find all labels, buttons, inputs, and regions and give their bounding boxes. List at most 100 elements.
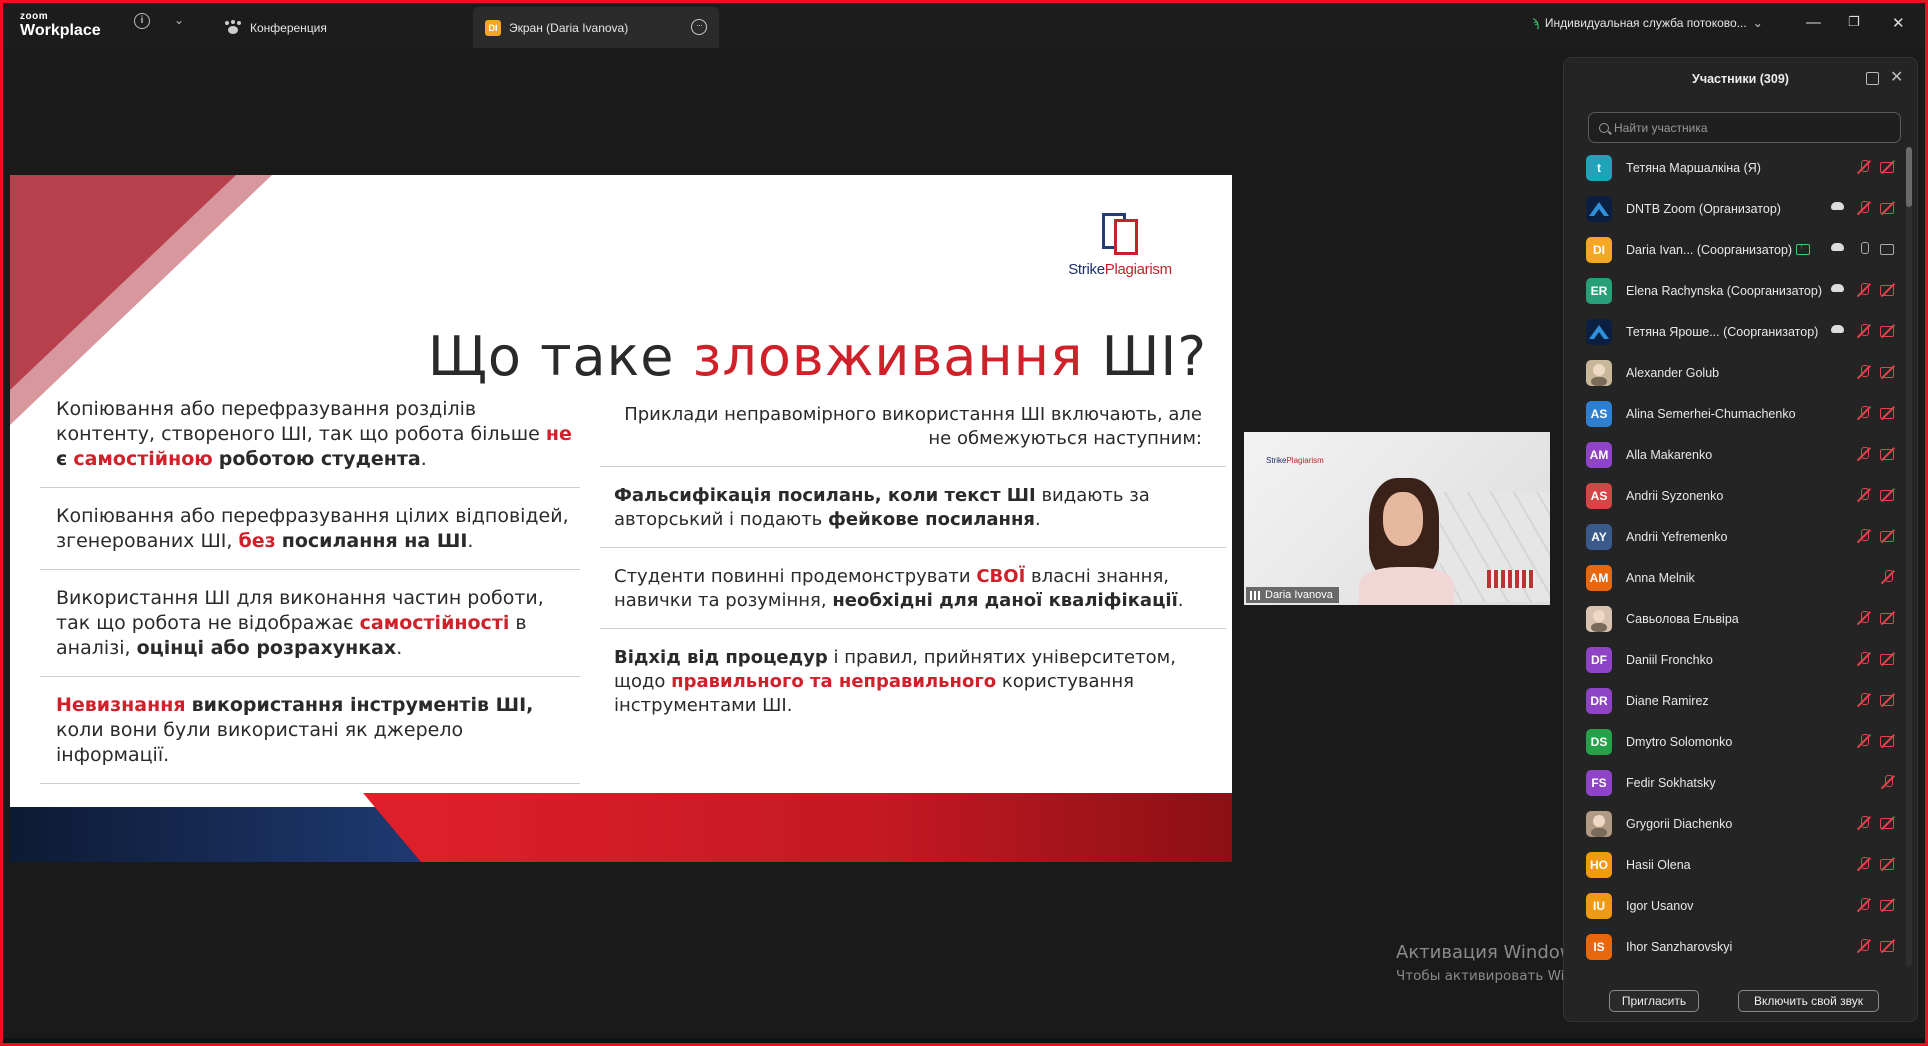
video-off-icon[interactable] [1880,898,1896,912]
slide-point: Копіювання або перефразування цілих відп… [40,504,580,570]
participant-name: Тетяна Яроше... (Соорганизатор) [1626,324,1819,339]
slide-point: Використання ШІ для виконання частин роб… [40,586,580,677]
video-off-icon[interactable] [1880,488,1896,502]
close-button[interactable]: ✕ [1892,14,1905,32]
strikeplagiarism-logo: StrikePlagiarism [1060,213,1180,278]
microphone-muted-icon[interactable] [1856,816,1872,830]
microphone-muted-icon[interactable] [1880,570,1896,584]
video-name-tag: Daria Ivanova [1246,587,1339,603]
microphone-muted-icon[interactable] [1856,324,1872,338]
participant-row[interactable]: IU Igor Usanov [1564,885,1904,926]
video-camera-icon[interactable] [1880,242,1896,256]
cloud-icon [1831,284,1844,292]
microphone-muted-icon[interactable] [1856,283,1872,297]
invite-button[interactable]: Пригласить [1609,990,1699,1012]
tab-screen-share[interactable]: DI Экран (Daria Ivanova) ··· [473,7,719,48]
video-off-icon[interactable] [1880,324,1896,338]
video-off-icon[interactable] [1880,160,1896,174]
microphone-muted-icon[interactable] [1856,857,1872,871]
participant-name: Igor Usanov [1626,898,1694,913]
participant-row[interactable]: Grygorii Diachenko [1564,803,1904,844]
slide-left-column: Копіювання або перефразування розділів к… [40,397,580,800]
participant-row[interactable]: FS Fedir Sokhatsky [1564,762,1904,803]
participant-avatar: DS [1586,728,1612,755]
restore-button[interactable]: ❐ [1848,14,1860,30]
video-off-icon[interactable] [1880,816,1896,830]
video-off-icon[interactable] [1880,652,1896,666]
presenter-video[interactable]: StrikePlagiarism Daria Ivanova [1244,432,1550,605]
participant-row[interactable]: AM Alla Makarenko [1564,434,1904,475]
tab-conference[interactable]: Конференция [212,7,468,48]
participant-row[interactable]: Тетяна Яроше... (Соорганизатор) [1564,311,1904,352]
video-off-icon[interactable] [1880,734,1896,748]
microphone-muted-icon[interactable] [1856,201,1872,215]
taskbar-strip [0,1038,1928,1046]
close-icon[interactable]: ✕ [1890,67,1903,87]
video-off-icon[interactable] [1880,201,1896,215]
video-off-icon[interactable] [1880,529,1896,543]
microphone-icon[interactable] [1856,242,1872,256]
participant-row[interactable]: DR Diane Ramirez [1564,680,1904,721]
participant-name: Andrii Syzonenko [1626,488,1724,503]
video-off-icon[interactable] [1880,365,1896,379]
participant-avatar: AS [1586,482,1612,509]
video-off-icon[interactable] [1880,447,1896,461]
video-off-icon[interactable] [1880,693,1896,707]
microphone-muted-icon[interactable] [1856,529,1872,543]
video-off-icon[interactable] [1880,857,1896,871]
microphone-muted-icon[interactable] [1856,488,1872,502]
participant-name: Andrii Yefremenko [1626,529,1728,544]
participant-row[interactable]: DI Daria Ivan... (Соорганизатор) [1564,229,1904,270]
participant-row[interactable]: Савьолова Ельвіра [1564,598,1904,639]
participant-name: Alexander Golub [1626,365,1720,380]
microphone-muted-icon[interactable] [1856,898,1872,912]
video-off-icon[interactable] [1880,939,1896,953]
participant-name: Daniil Fronchko [1626,652,1713,667]
participant-row[interactable]: AM Anna Melnik [1564,557,1904,598]
participant-row[interactable]: AS Alina Semerhei-Chumachenko [1564,393,1904,434]
participant-row[interactable]: t Тетяна Маршалкіна (Я) [1564,147,1904,188]
participant-avatar: IS [1586,933,1612,960]
participant-avatar [1586,359,1612,386]
participant-name: Fedir Sokhatsky [1626,775,1716,790]
popout-icon[interactable] [1866,72,1879,85]
microphone-muted-icon[interactable] [1856,447,1872,461]
microphone-muted-icon[interactable] [1856,365,1872,379]
unmute-button[interactable]: Включить свой звук [1738,990,1879,1012]
tab-conference-label: Конференция [250,20,327,35]
participant-avatar: t [1586,154,1612,181]
chevron-down-icon[interactable]: ⌄ [174,13,184,27]
participant-row[interactable]: Alexander Golub [1564,352,1904,393]
streaming-service[interactable]: ϡ Индивидуальная служба потоково... ⌄ [1532,16,1763,30]
participant-row[interactable]: AY Andrii Yefremenko [1564,516,1904,557]
more-options-icon[interactable]: ··· [691,19,707,35]
participant-list-scrollbar[interactable] [1906,147,1912,967]
participant-row[interactable]: IS Ihor Sanzharovskyi [1564,926,1904,967]
participant-row[interactable]: ER Elena Rachynska (Соорганизатор) [1564,270,1904,311]
microphone-muted-icon[interactable] [1856,611,1872,625]
participant-search-input[interactable]: Найти участника [1588,112,1901,143]
slide-point: Фальсифікація посилань, коли текст ШІ ви… [600,484,1226,548]
video-off-icon[interactable] [1880,283,1896,297]
participant-name: Тетяна Маршалкіна (Я) [1626,160,1761,175]
participant-row[interactable]: HO Hasii Olena [1564,844,1904,885]
microphone-muted-icon[interactable] [1856,939,1872,953]
participant-name: Савьолова Ельвіра [1626,611,1739,626]
minimize-button[interactable]: — [1806,14,1821,31]
microphone-muted-icon[interactable] [1856,693,1872,707]
participant-row[interactable]: DNTB Zoom (Организатор) [1564,188,1904,229]
microphone-muted-icon[interactable] [1856,652,1872,666]
participant-row[interactable]: DF Daniil Fronchko [1564,639,1904,680]
participant-row[interactable]: DS Dmytro Solomonko [1564,721,1904,762]
cloud-icon [1831,243,1844,251]
participant-row[interactable]: AS Andrii Syzonenko [1564,475,1904,516]
microphone-muted-icon[interactable] [1856,406,1872,420]
microphone-muted-icon[interactable] [1856,160,1872,174]
microphone-muted-icon[interactable] [1880,775,1896,789]
video-off-icon[interactable] [1880,406,1896,420]
video-off-icon[interactable] [1880,611,1896,625]
participant-avatar: AM [1586,564,1612,591]
info-icon[interactable]: i [134,13,150,29]
participant-list: t Тетяна Маршалкіна (Я) DNTB Zoom (Организ… [1564,147,1904,967]
microphone-muted-icon[interactable] [1856,734,1872,748]
